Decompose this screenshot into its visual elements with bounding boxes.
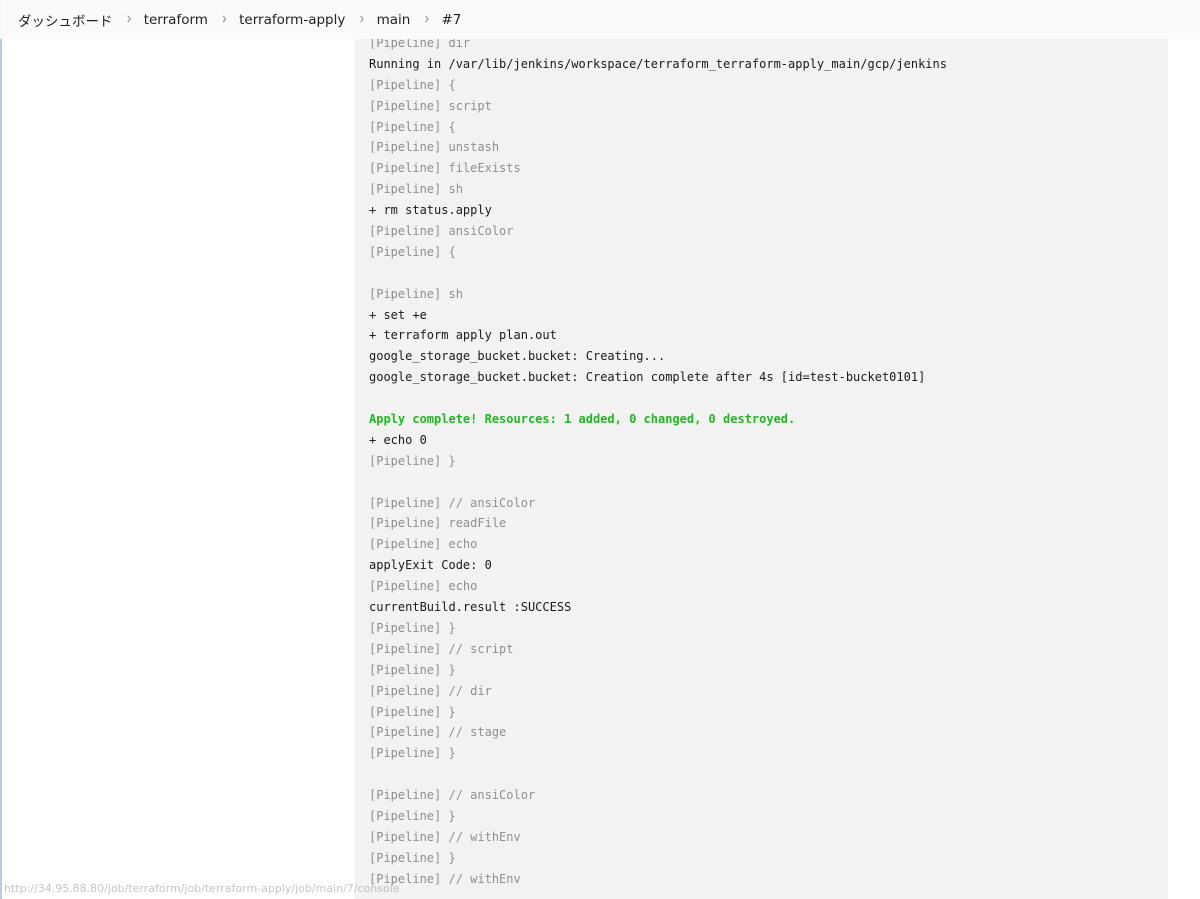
console-line: [Pipeline] sh: [369, 182, 463, 197]
console-line: google_storage_bucket.bucket: Creating..…: [369, 349, 666, 364]
console-line: + echo 0: [369, 432, 427, 447]
console-line: [Pipeline] }: [369, 453, 456, 468]
console-line: + rm status.apply: [369, 203, 492, 218]
console-line: [Pipeline] // stage: [369, 725, 507, 740]
console-line: [Pipeline] echo: [369, 579, 478, 594]
console-line: [Pipeline] ansiColor: [369, 224, 514, 239]
console-line: [Pipeline] }: [369, 808, 456, 823]
chevron-right-icon: ›: [359, 9, 365, 30]
breadcrumb-terraform[interactable]: terraform: [144, 12, 208, 28]
console-line: [Pipeline] {: [369, 244, 456, 259]
console-line: [Pipeline] // withEnv: [369, 829, 521, 844]
console-line: currentBuild.result :SUCCESS: [369, 600, 572, 615]
console-line: applyExit Code: 0: [369, 558, 492, 573]
breadcrumb-build-number[interactable]: #7: [442, 12, 462, 28]
console-line: Apply complete! Resources: 1 added, 0 ch…: [369, 412, 796, 427]
console-line: [Pipeline] // script: [369, 641, 514, 656]
chevron-right-icon: ›: [126, 9, 132, 30]
breadcrumb: ダッシュボード › terraform › terraform-apply › …: [0, 0, 1200, 39]
breadcrumb-dashboard[interactable]: ダッシュボード: [18, 10, 113, 30]
console-line: [Pipeline] {: [369, 77, 456, 92]
console-line: [Pipeline] unstash: [369, 140, 500, 155]
chevron-right-icon: ›: [424, 9, 430, 30]
window-edge: [0, 0, 2, 899]
console-line: [Pipeline] }: [369, 662, 456, 677]
console-line: [Pipeline] // ansiColor: [369, 788, 536, 803]
chevron-right-icon: ›: [221, 9, 228, 30]
console-line: [Pipeline] {: [369, 119, 456, 134]
breadcrumb-main[interactable]: main: [377, 12, 411, 28]
console-line: [Pipeline] }: [369, 850, 456, 865]
console-output: [Pipeline] dir Running in /var/lib/jenkin…: [355, 39, 1168, 899]
console-line: [Pipeline] // ansiColor: [369, 495, 536, 510]
console-line: [Pipeline] dir: [369, 39, 471, 50]
console-line: + set +e: [369, 307, 427, 322]
console-line: google_storage_bucket.bucket: Creation c…: [369, 370, 926, 385]
console-line: [Pipeline] sh: [369, 286, 463, 301]
console-lines: [Pipeline] dir Running in /var/lib/jenkin…: [369, 39, 947, 890]
breadcrumb-terraform-apply[interactable]: terraform-apply: [239, 12, 345, 28]
console-line: [Pipeline] // withEnv: [369, 871, 521, 886]
status-bar-url: http://34.95.88.80/job/terraform/job/ter…: [4, 882, 400, 895]
console-line: [Pipeline] echo: [369, 537, 478, 552]
console-line: + terraform apply plan.out: [369, 328, 557, 343]
console-line: Running in /var/lib/jenkins/workspace/te…: [369, 56, 947, 71]
console-line: [Pipeline] }: [369, 620, 456, 635]
console-line: [Pipeline] readFile: [369, 516, 507, 531]
console-line: [Pipeline] }: [369, 746, 456, 761]
console-line: [Pipeline] // dir: [369, 683, 492, 698]
console-line: [Pipeline] fileExists: [369, 161, 521, 176]
console-line: [Pipeline] script: [369, 98, 492, 113]
console-line: [Pipeline] }: [369, 704, 456, 719]
